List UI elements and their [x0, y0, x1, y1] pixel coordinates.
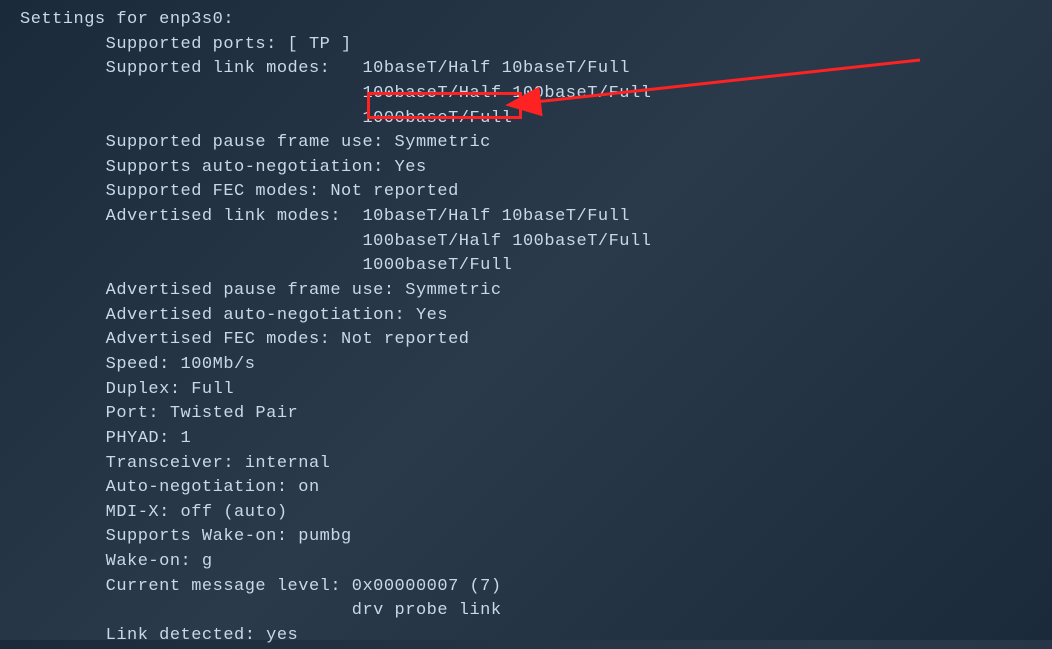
terminal-line-speed: Speed: 100Mb/s — [20, 353, 1032, 378]
terminal-line-supported-ports: Supported ports: [ TP ] — [20, 33, 1032, 58]
terminal-line: 1000baseT/Full — [20, 254, 1032, 279]
terminal-line-message-level: Current message level: 0x00000007 (7) — [20, 575, 1032, 600]
terminal-line-wake-on: Wake-on: g — [20, 550, 1032, 575]
terminal-line-pause-frame: Supported pause frame use: Symmetric — [20, 131, 1032, 156]
terminal-line-advertised-pause: Advertised pause frame use: Symmetric — [20, 279, 1032, 304]
terminal-line-advertised-auto-neg: Advertised auto-negotiation: Yes — [20, 304, 1032, 329]
terminal-line-auto-neg: Auto-negotiation: on — [20, 476, 1032, 501]
terminal-line-advertised-fec: Advertised FEC modes: Not reported — [20, 328, 1032, 353]
terminal-line-supports-wake: Supports Wake-on: pumbg — [20, 525, 1032, 550]
terminal-line: 100baseT/Half 100baseT/Full — [20, 230, 1032, 255]
terminal-line-supported-link-modes: Supported link modes: 10baseT/Half 10bas… — [20, 57, 1032, 82]
terminal-line-link-detected: Link detected: yes — [20, 624, 1032, 649]
terminal-line-advertised-link-modes: Advertised link modes: 10baseT/Half 10ba… — [20, 205, 1032, 230]
terminal-line-auto-negotiation: Supports auto-negotiation: Yes — [20, 156, 1032, 181]
terminal-line-fec-modes: Supported FEC modes: Not reported — [20, 180, 1032, 205]
terminal-line-transceiver: Transceiver: internal — [20, 452, 1032, 477]
terminal-line-mdix: MDI-X: off (auto) — [20, 501, 1032, 526]
terminal-line: 100baseT/Half 100baseT/Full — [20, 82, 1032, 107]
terminal-line: drv probe link — [20, 599, 1032, 624]
terminal-line-port: Port: Twisted Pair — [20, 402, 1032, 427]
terminal-line-phyad: PHYAD: 1 — [20, 427, 1032, 452]
terminal-line-duplex: Duplex: Full — [20, 378, 1032, 403]
terminal-line-header: Settings for enp3s0: — [20, 8, 1032, 33]
terminal-line-highlighted: 1000baseT/Full — [20, 107, 1032, 132]
